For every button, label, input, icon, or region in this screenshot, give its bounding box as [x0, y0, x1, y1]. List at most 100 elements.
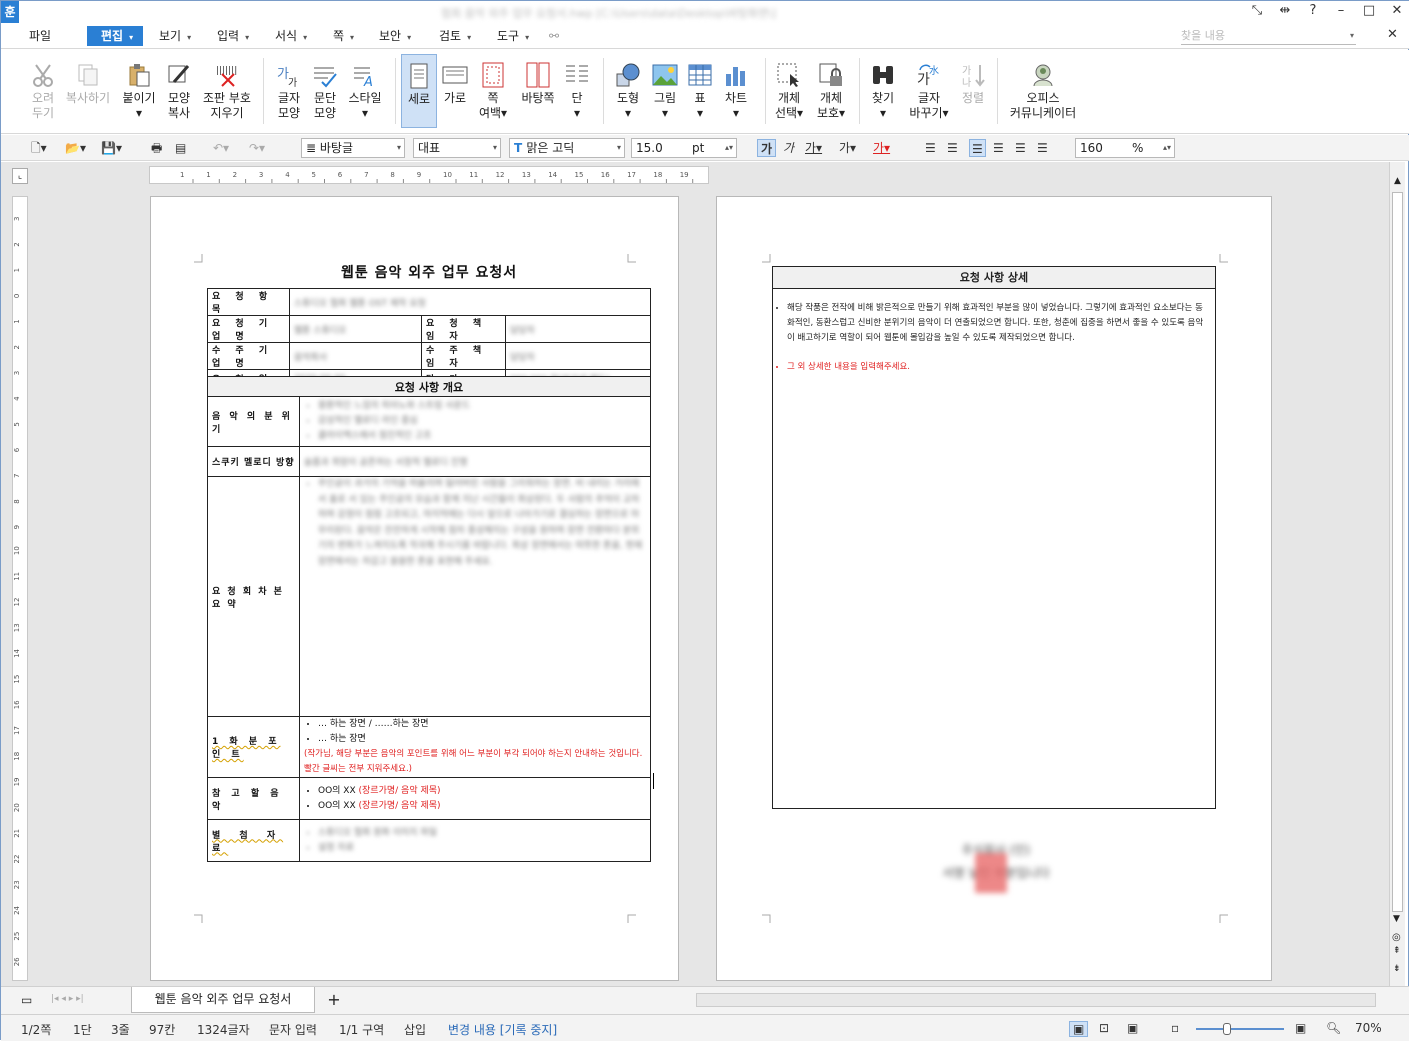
menu-insert[interactable]: 입력 ▾ — [213, 26, 253, 46]
zoom-magnifier-icon[interactable]: 🔍︎ — [1326, 1021, 1341, 1035]
new-doc-icon[interactable]: 🗋▾ — [31, 139, 47, 157]
open-icon[interactable]: 📂▾ — [65, 139, 86, 157]
cut-button[interactable]: 오려 두기 — [23, 54, 63, 130]
chart-button[interactable]: 차트 ▾ — [719, 54, 753, 130]
bold-button[interactable]: 가 — [757, 139, 777, 157]
clear-codes-button[interactable]: ||||||| 조판 부호 지우기 — [199, 54, 255, 130]
para-shape-button[interactable]: 문단 모양 — [307, 54, 343, 130]
office-communicator-button[interactable]: 오피스 커뮤니케이터 — [1007, 54, 1079, 130]
prev-page-icon[interactable]: ⇞ — [1393, 946, 1401, 956]
status-track-changes[interactable]: 변경 내용 [기록 중지] — [448, 1021, 557, 1038]
zoom-in-icon[interactable]: ▣ — [1295, 1021, 1306, 1035]
columns-button[interactable]: 단 ▾ — [563, 54, 591, 130]
underline-button[interactable]: 가▾ — [805, 139, 822, 157]
shape-button[interactable]: 도형 ▾ — [611, 54, 645, 130]
zoom-out-icon[interactable]: ▫ — [1171, 1021, 1179, 1035]
redo-icon[interactable]: ↷▾ — [249, 139, 265, 157]
scroll-thumb[interactable] — [1392, 192, 1403, 912]
menu-file[interactable]: 파일 — [25, 26, 55, 46]
print-icon[interactable]: 🖶 — [151, 139, 162, 157]
horizontal-scrollbar[interactable] — [696, 993, 1376, 1007]
copy-button[interactable]: 복사하기 — [65, 54, 111, 130]
font-color-button[interactable]: 가▾ — [873, 139, 890, 157]
find-button[interactable]: 찾기 ▾ — [867, 54, 899, 130]
app-logo-icon[interactable]: 훈 — [1, 1, 19, 23]
first-tab-icon[interactable]: |◂ ◂ ▸ ▸| — [51, 994, 84, 1004]
menu-tools[interactable]: 도구 ▾ — [493, 26, 533, 46]
menu-review[interactable]: 검토 ▾ — [435, 26, 475, 46]
add-tab-button[interactable]: + — [319, 989, 349, 1011]
horizontal-ruler[interactable]: 1 1 2 3 4 5 6 7 8 9 10 11 12 13 14 15 16 17 18 19 — [149, 166, 709, 184]
format-painter-button[interactable]: 모양 복사 — [161, 54, 197, 130]
font-select[interactable]: T 맑은 고딕 ▾ — [509, 138, 625, 158]
scroll-down-icon[interactable]: ▼ — [1393, 914, 1400, 924]
find-input[interactable]: 찾을 내용 ▾ — [1181, 27, 1356, 45]
status-section[interactable]: 1/1 구역 — [339, 1021, 384, 1038]
help-icon[interactable]: ? — [1306, 3, 1320, 18]
menu-format[interactable]: 서식 ▾ — [271, 26, 311, 46]
protect-object-button[interactable]: 개체 보호▾ — [813, 54, 849, 130]
full-page-icon[interactable]: ▣ — [1127, 1021, 1138, 1035]
strike-button[interactable]: 가▾ — [839, 139, 856, 157]
ruler-tick-label: 8 — [390, 171, 394, 179]
minimize-icon[interactable]: – — [1334, 3, 1348, 18]
table-button[interactable]: 표 ▾ — [685, 54, 715, 130]
font-size-input[interactable]: 15.0 pt ▴▾ — [631, 138, 737, 158]
char-shape-button[interactable]: 가가 글자 모양 — [271, 54, 307, 130]
ruler-tick-label: 1 — [206, 171, 210, 179]
scissors-icon — [30, 62, 56, 88]
select-object-button[interactable]: 개체 선택▾ — [771, 54, 807, 130]
zoom-slider-thumb[interactable] — [1223, 1023, 1231, 1035]
language-select[interactable]: 대표 ▾ — [413, 138, 501, 158]
table-row: 요 청 기 업 명 웹툰 스튜디오 요 청 책 임 자 담당자 — [207, 315, 651, 343]
style-button[interactable]: A 스타일 ▾ — [345, 54, 385, 130]
link-icon[interactable]: ⚯ — [545, 26, 563, 46]
zoom-input[interactable]: 160% ▴▾ — [1075, 138, 1175, 158]
landscape-button[interactable]: 가로 — [439, 54, 471, 130]
picture-button[interactable]: 그림 ▾ — [649, 54, 681, 130]
ruler-corner[interactable]: ⌞ — [12, 168, 28, 184]
maximize-icon[interactable]: □ — [1362, 3, 1376, 18]
save-icon[interactable]: 💾▾ — [101, 139, 122, 157]
status-page[interactable]: 1/2쪽 — [21, 1021, 51, 1038]
menu-edit[interactable]: 편집 ▾ — [87, 26, 143, 46]
align-center-icon[interactable]: ☰ — [969, 139, 986, 157]
doc-tab[interactable]: 웹툰 음악 외주 업무 요청서 — [131, 987, 315, 1013]
menu-security[interactable]: 보안 ▾ — [375, 26, 415, 46]
page-margin-button[interactable]: 쪽 여백▾ — [475, 54, 511, 130]
next-page-icon[interactable]: ⇟ — [1393, 964, 1401, 974]
italic-button[interactable]: 가 — [783, 139, 794, 157]
ruler-tick-label: 25 — [13, 932, 21, 941]
sheet-view-icon[interactable]: ▭ — [21, 993, 32, 1007]
close-doc-icon[interactable]: ✕ — [1387, 27, 1398, 42]
vertical-ruler[interactable]: 3 2 1 0 1 2 3 4 5 6 7 8 9 10 11 12 13 14 15 16 17 18 19 20 21 22 2… — [12, 196, 28, 992]
undo-icon[interactable]: ↶▾ — [213, 139, 229, 157]
page-view-icon[interactable]: ◎ — [1392, 932, 1401, 943]
style-select[interactable]: ≣ 바탕글 ▾ — [301, 138, 405, 158]
scroll-up-icon[interactable]: ▲ — [1390, 176, 1405, 186]
menu-view[interactable]: 보기 ▾ — [155, 26, 195, 46]
align-split-icon[interactable]: ☰ — [1037, 139, 1048, 157]
detail-box[interactable]: 요청 사항 상세 해당 작품은 전작에 비해 밝은적으로 만들기 위해 효과적인… — [772, 266, 1216, 809]
close-window-icon[interactable]: ✕ — [1390, 3, 1404, 18]
sort-button[interactable]: 가나 정렬 — [957, 54, 989, 130]
status-zoom[interactable]: 70% — [1355, 1021, 1382, 1035]
format-toolbar: 🗋▾ 📂▾ 💾▾ 🖶 ▤ ↶▾ ↷▾ ≣ 바탕글 ▾ 대표 ▾ T 맑은 고딕 ▾ 1… — [1, 135, 1409, 161]
menu-page[interactable]: 쪽 ▾ — [329, 26, 358, 46]
align-right-icon[interactable]: ☰ — [993, 139, 1004, 157]
status-insert[interactable]: 삽입 — [404, 1021, 426, 1038]
preview-icon[interactable]: ▤ — [175, 139, 186, 157]
align-distribute-icon[interactable]: ☰ — [1015, 139, 1026, 157]
align-left-icon[interactable]: ☰ — [947, 139, 958, 157]
fit-width-icon[interactable]: ⊡ — [1099, 1021, 1109, 1035]
paste-button[interactable]: 붙이기 ▾ — [119, 54, 159, 130]
vertical-scrollbar[interactable]: ▲ ▼ ◎ ⇞ ⇟ — [1389, 162, 1405, 986]
zoom-slider[interactable] — [1196, 1028, 1284, 1030]
portrait-button[interactable]: 세로 — [401, 54, 437, 128]
master-page-button[interactable]: 바탕쪽 — [517, 54, 559, 130]
fullscreen-icon[interactable]: ⤡ — [1250, 3, 1264, 18]
align-justify-icon[interactable]: ☰ — [925, 139, 936, 157]
replace-char-button[interactable]: 가水 글자 바꾸기▾ — [905, 54, 953, 130]
width-fit-icon[interactable]: ⇹ — [1278, 3, 1292, 18]
normal-view-icon[interactable]: ▣ — [1069, 1021, 1089, 1037]
